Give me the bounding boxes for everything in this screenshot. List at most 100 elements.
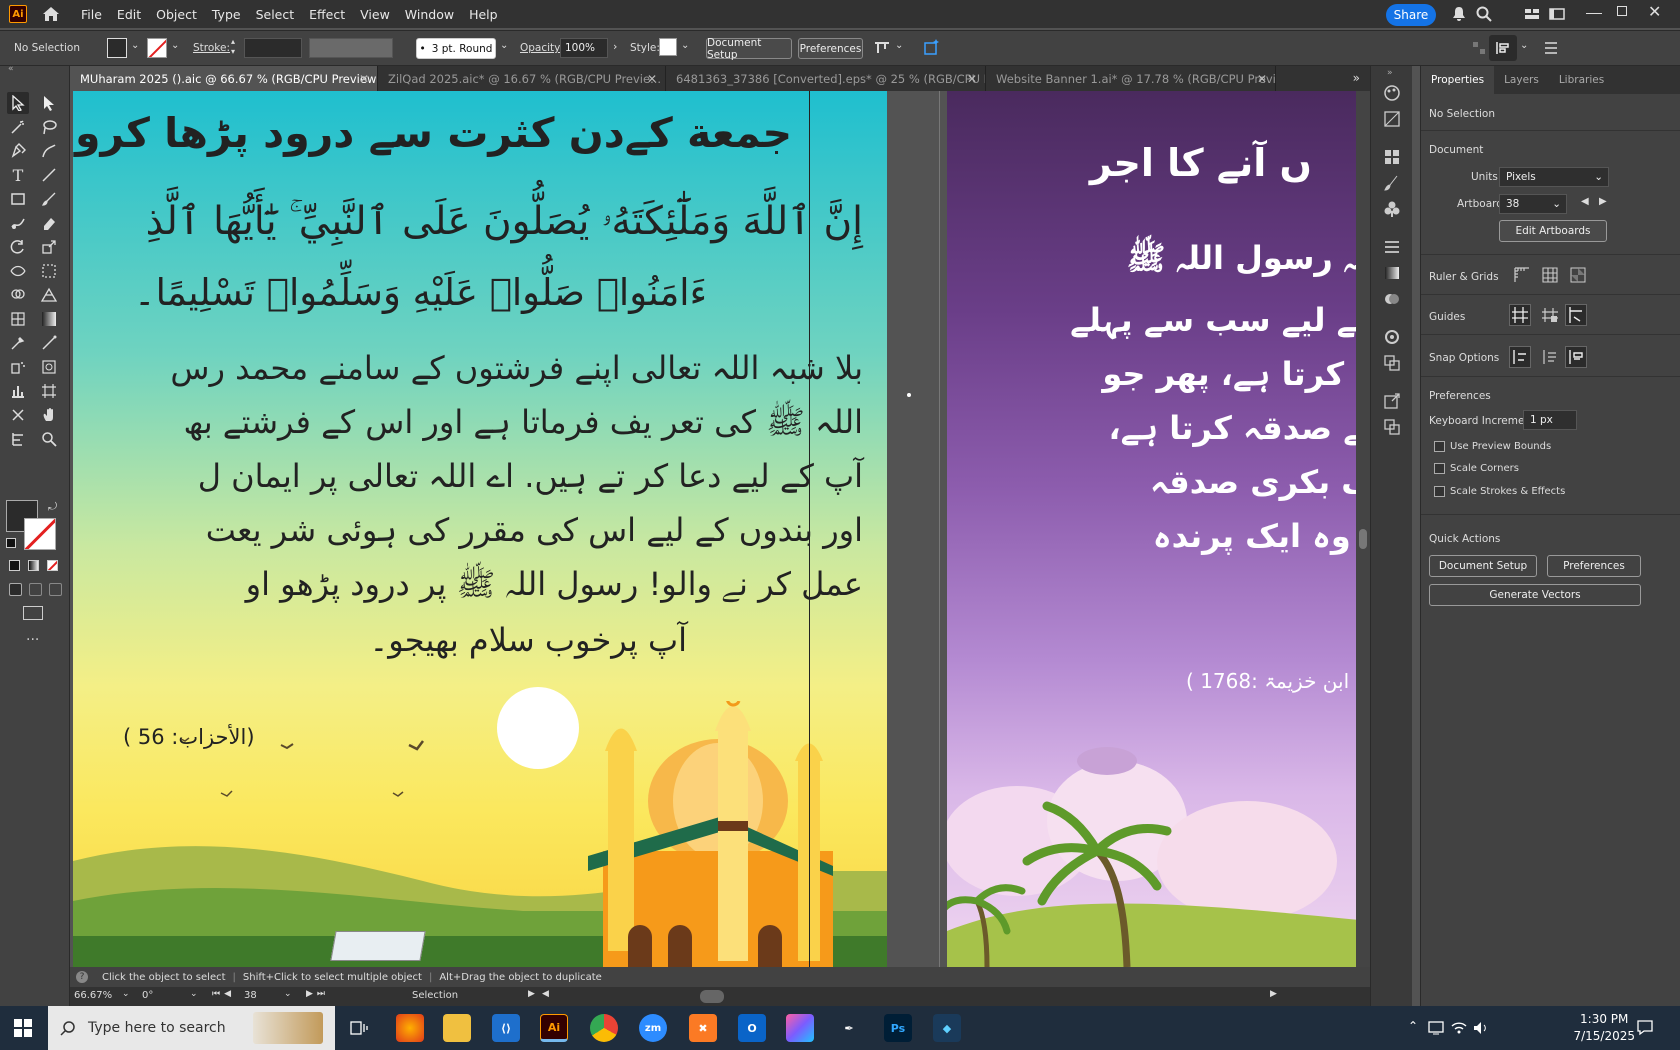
- artboard-tool-icon[interactable]: [38, 380, 60, 402]
- creative-cloud-icon[interactable]: [786, 1014, 814, 1042]
- shape-builder-tool-icon[interactable]: [7, 284, 29, 306]
- selection-tool-icon[interactable]: [7, 92, 29, 114]
- transparency-panel-icon[interactable]: [1383, 290, 1401, 308]
- xampp-icon[interactable]: ✖: [689, 1014, 717, 1042]
- stroke-swatch[interactable]: [147, 38, 167, 58]
- tab-properties[interactable]: Properties: [1421, 66, 1495, 94]
- next-artboard-icon[interactable]: ▶: [1599, 196, 1607, 207]
- scale-strokes-checkbox[interactable]: [1434, 486, 1445, 497]
- bell-icon[interactable]: [1451, 6, 1467, 22]
- panel-toggle-button[interactable]: [1489, 35, 1517, 61]
- brushes-panel-icon[interactable]: [1383, 174, 1401, 192]
- align-dropdown-icon[interactable]: ⌄: [895, 40, 903, 51]
- windows-start-icon[interactable]: [14, 1019, 32, 1037]
- generate-vectors-button[interactable]: Generate Vectors: [1429, 584, 1641, 606]
- fill-swatch[interactable]: [107, 38, 127, 58]
- draw-normal-icon[interactable]: [9, 583, 22, 596]
- type-tool-icon[interactable]: T: [7, 164, 29, 186]
- rotation-value[interactable]: 0°: [142, 990, 153, 1001]
- ruler-icon[interactable]: [1513, 266, 1531, 284]
- use-preview-bounds-checkbox[interactable]: [1434, 441, 1445, 452]
- minimize-button[interactable]: [1586, 4, 1602, 14]
- edit-toolbar-icon[interactable]: ···: [26, 632, 39, 648]
- free-transform-tool-icon[interactable]: [38, 260, 60, 282]
- units-dropdown[interactable]: Pixels ⌄: [1499, 167, 1609, 187]
- artboard-number[interactable]: 38: [244, 990, 257, 1001]
- brush-definition[interactable]: • 3 pt. Round: [416, 38, 496, 59]
- tray-overflow-icon[interactable]: ⌃: [1408, 1019, 1418, 1033]
- stroke-stepper[interactable]: ▴ ▾: [231, 37, 242, 59]
- notification-center-icon[interactable]: [1636, 1018, 1654, 1036]
- illustrator-taskbar-icon[interactable]: Ai: [540, 1014, 568, 1042]
- gradient-panel-icon[interactable]: [1383, 264, 1401, 282]
- eyedropper-tool-icon[interactable]: [7, 332, 29, 354]
- quick-document-setup-button[interactable]: Document Setup: [1429, 555, 1537, 577]
- column-graph-tool-icon[interactable]: [7, 380, 29, 402]
- canvas-area[interactable]: جمعة کےدن کثرت سے درود پڑھا کرو إِنَّ ٱل…: [73, 91, 1370, 967]
- zoom-tool-icon[interactable]: [38, 428, 60, 450]
- smart-guides-icon[interactable]: [1565, 304, 1587, 326]
- fill-dropdown-icon[interactable]: ⌄: [131, 40, 139, 51]
- graphic-styles-icon[interactable]: [1383, 354, 1401, 372]
- none-mode-icon[interactable]: [47, 560, 58, 571]
- pen-app-icon[interactable]: ✒: [835, 1014, 863, 1042]
- menu-help[interactable]: Help: [469, 7, 498, 22]
- stroke-label[interactable]: Stroke:: [193, 42, 230, 54]
- grid-icon[interactable]: [1541, 266, 1559, 284]
- artboard-dropdown-icon[interactable]: ⌄: [284, 989, 292, 999]
- hand-tool-icon[interactable]: [38, 404, 60, 426]
- variable-width-profile[interactable]: [309, 38, 393, 58]
- zoom-dropdown-icon[interactable]: ⌄: [122, 989, 130, 999]
- horizontal-scroll-thumb[interactable]: [700, 990, 724, 1003]
- firefox-icon[interactable]: [396, 1014, 424, 1042]
- tab-6481363-converted[interactable]: 6481363_37386 [Converted].eps* @ 25 % (R…: [666, 66, 986, 91]
- screen-mode-icon[interactable]: [23, 606, 43, 620]
- puppet-warp-tool-icon[interactable]: [7, 428, 29, 450]
- artboard-muharam[interactable]: جمعة کےدن کثرت سے درود پڑھا کرو إِنَّ ٱل…: [73, 91, 887, 967]
- home-icon[interactable]: [41, 4, 61, 24]
- artboard-zilqad[interactable]: ں آنے کا اجر کہ رسول اللہ ﷺ کے لیے سب سے…: [947, 91, 1370, 967]
- preferences-button[interactable]: Preferences: [798, 38, 863, 59]
- status-menu-icon[interactable]: ▶: [528, 989, 535, 999]
- keyboard-increment-input[interactable]: 1 px: [1523, 410, 1577, 430]
- rectangle-tool-icon[interactable]: [7, 188, 29, 210]
- opacity-arrow-icon[interactable]: ›: [613, 40, 617, 53]
- swap-fill-stroke-icon[interactable]: ⤾: [48, 500, 57, 514]
- close-tab-icon[interactable]: ✕: [647, 72, 657, 86]
- pen-tool-icon[interactable]: [7, 140, 29, 162]
- show-guides-icon[interactable]: [1509, 304, 1531, 326]
- slice-tool-icon[interactable]: [38, 356, 60, 378]
- close-tab-icon[interactable]: ✕: [967, 72, 977, 86]
- artboard-prev-icon[interactable]: ⏮◀: [212, 989, 235, 999]
- volume-icon[interactable]: [1472, 1020, 1490, 1036]
- swatches-panel-icon[interactable]: [1383, 148, 1401, 166]
- edit-artboards-button[interactable]: Edit Artboards: [1499, 220, 1607, 242]
- document-setup-button[interactable]: Document Setup: [706, 37, 792, 61]
- zoom-level[interactable]: 66.67%: [74, 990, 112, 1001]
- opacity-label[interactable]: Opacity:: [520, 42, 563, 54]
- draw-behind-icon[interactable]: [29, 583, 42, 596]
- graphic-style-swatch[interactable]: [659, 38, 677, 56]
- scissors-tool-icon[interactable]: [7, 404, 29, 426]
- vpn-app-icon[interactable]: ◆: [933, 1014, 961, 1042]
- search-icon[interactable]: [1476, 6, 1492, 22]
- tab-zilqad-2025[interactable]: ZilQad 2025.aic* @ 16.67 % (RGB/CPU Prev…: [378, 66, 666, 91]
- workspace-icon[interactable]: [1549, 6, 1565, 22]
- vscode-icon[interactable]: ⟨⟩: [492, 1014, 520, 1042]
- scroll-right-icon[interactable]: ▶: [1270, 989, 1277, 999]
- menu-window[interactable]: Window: [405, 7, 454, 22]
- tab-muharam-2025[interactable]: MUharam 2025 ().aic @ 66.67 % (RGB/CPU P…: [70, 66, 378, 91]
- style-dropdown-icon[interactable]: ⌄: [681, 40, 689, 51]
- panel-toggle-dropdown-icon[interactable]: ⌄: [1520, 40, 1528, 51]
- stroke-color-swatch[interactable]: [24, 518, 56, 550]
- arrange-documents-icon[interactable]: [1524, 6, 1540, 22]
- snap-to-pixel-icon[interactable]: [1565, 346, 1587, 368]
- outlook-icon[interactable]: O: [738, 1014, 766, 1042]
- share-button[interactable]: Share: [1386, 4, 1436, 26]
- color-guide-icon[interactable]: [1383, 110, 1401, 128]
- menu-type[interactable]: Type: [212, 7, 241, 22]
- snap-to-point-icon[interactable]: [1509, 346, 1531, 368]
- gradient-tool-icon[interactable]: [38, 308, 60, 330]
- tab-layers[interactable]: Layers: [1494, 66, 1549, 94]
- wifi-icon[interactable]: [1450, 1020, 1468, 1036]
